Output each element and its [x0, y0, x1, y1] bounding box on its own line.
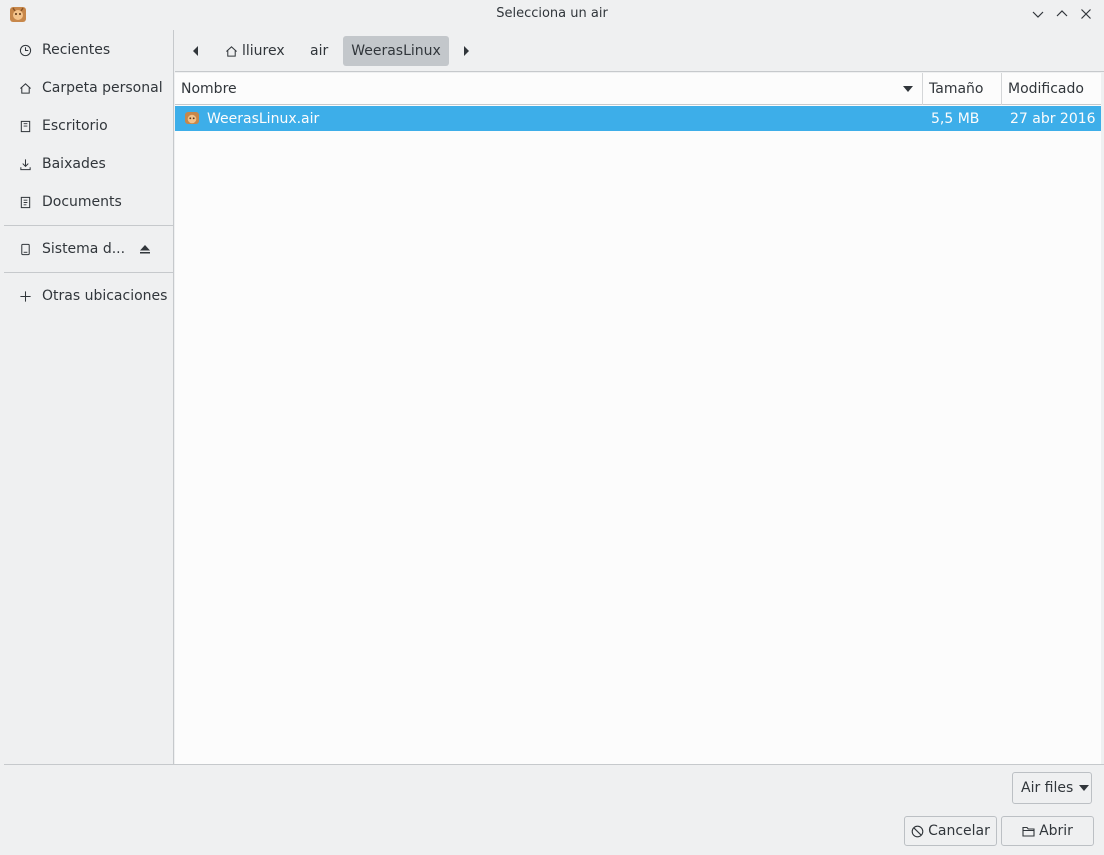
file-size: 5,5 MB: [931, 110, 980, 127]
plus-icon: [18, 289, 32, 303]
sidebar-item-label: Sistema d...: [42, 241, 126, 257]
path-segment-label: WeerasLinux: [351, 43, 441, 59]
path-segment-label: lliurex: [242, 43, 285, 59]
path-scroll-right-button[interactable]: [455, 38, 477, 64]
open-label: Abrir: [1039, 823, 1073, 839]
column-header-tamano[interactable]: Tamaño: [923, 73, 1002, 105]
documents-icon: [18, 195, 32, 209]
sort-descending-icon: [903, 86, 913, 92]
path-segment-label: air: [310, 43, 329, 59]
sidebar-item-escritorio[interactable]: Escritorio: [4, 108, 173, 144]
sidebar-item-sistema[interactable]: Sistema d...: [4, 231, 173, 267]
maximize-button[interactable]: [1052, 4, 1072, 24]
column-header-label: Modificado: [1008, 81, 1084, 97]
window-title: Selecciona un air: [496, 6, 608, 21]
sidebar-item-label: Documents: [42, 194, 122, 210]
home-icon: [226, 45, 237, 57]
home-icon: [18, 81, 32, 95]
sidebar-item-label: Otras ubicaciones: [42, 288, 168, 304]
column-header-nombre[interactable]: Nombre: [175, 73, 923, 105]
minimize-button[interactable]: [1028, 4, 1048, 24]
eject-icon[interactable]: [139, 243, 151, 255]
places-sidebar: Recientes Carpeta personal Escritorio Ba…: [4, 30, 174, 764]
chevron-down-icon: [1079, 785, 1090, 791]
air-file-icon: [185, 112, 199, 124]
path-segment-air[interactable]: air: [298, 36, 340, 66]
close-icon: [1081, 9, 1091, 19]
sidebar-item-baixades[interactable]: Baixades: [4, 146, 173, 182]
sidebar-item-documents[interactable]: Documents: [4, 184, 173, 220]
sidebar-item-label: Carpeta personal: [42, 80, 163, 96]
minimize-icon: [1032, 11, 1044, 18]
cancel-icon: [911, 825, 924, 837]
sidebar-item-recientes[interactable]: Recientes: [4, 32, 173, 68]
filter-label: Air files: [1021, 780, 1074, 796]
sidebar-item-label: Recientes: [42, 42, 111, 58]
folder-open-icon: [1022, 826, 1035, 837]
file-modified: 27 abr 2016: [1010, 110, 1096, 127]
sidebar-item-label: Baixades: [42, 156, 106, 172]
column-header-label: Tamaño: [929, 81, 984, 97]
column-header-label: Nombre: [181, 81, 237, 97]
download-icon: [18, 157, 32, 171]
maximize-icon: [1056, 10, 1068, 17]
title-bar: Selecciona un air: [0, 0, 1104, 28]
table-row[interactable]: WeerasLinux.air 5,5 MB 27 abr 2016: [175, 106, 1101, 131]
caret-left-icon: [193, 46, 198, 56]
file-type-filter[interactable]: Air files: [1012, 772, 1092, 804]
file-name: WeerasLinux.air: [207, 110, 320, 127]
sidebar-item-otras-ubicaciones[interactable]: Otras ubicaciones: [4, 278, 173, 314]
sidebar-item-label: Escritorio: [42, 118, 108, 134]
caret-right-icon: [464, 46, 469, 56]
column-header-row: Nombre Tamaño Modificado: [175, 73, 1101, 105]
cancel-label: Cancelar: [928, 823, 990, 839]
drive-icon: [18, 242, 32, 256]
path-segment-weeraslinux[interactable]: WeerasLinux: [343, 36, 449, 66]
file-list[interactable]: Nombre Tamaño Modificado WeerasLinux.air…: [175, 73, 1101, 764]
cancel-button[interactable]: Cancelar: [904, 816, 997, 846]
close-button[interactable]: [1076, 4, 1096, 24]
desktop-icon: [18, 119, 32, 133]
column-header-modificado[interactable]: Modificado: [1002, 73, 1101, 105]
sidebar-separator: [4, 272, 173, 273]
path-segment-lliurex[interactable]: lliurex: [213, 36, 297, 66]
sidebar-separator: [4, 225, 173, 226]
path-scroll-left-button[interactable]: [185, 38, 207, 64]
clock-icon: [18, 43, 32, 57]
path-bar: lliurex air WeerasLinux: [175, 30, 1104, 72]
sidebar-item-carpeta-personal[interactable]: Carpeta personal: [4, 70, 173, 106]
open-button[interactable]: Abrir: [1001, 816, 1094, 846]
